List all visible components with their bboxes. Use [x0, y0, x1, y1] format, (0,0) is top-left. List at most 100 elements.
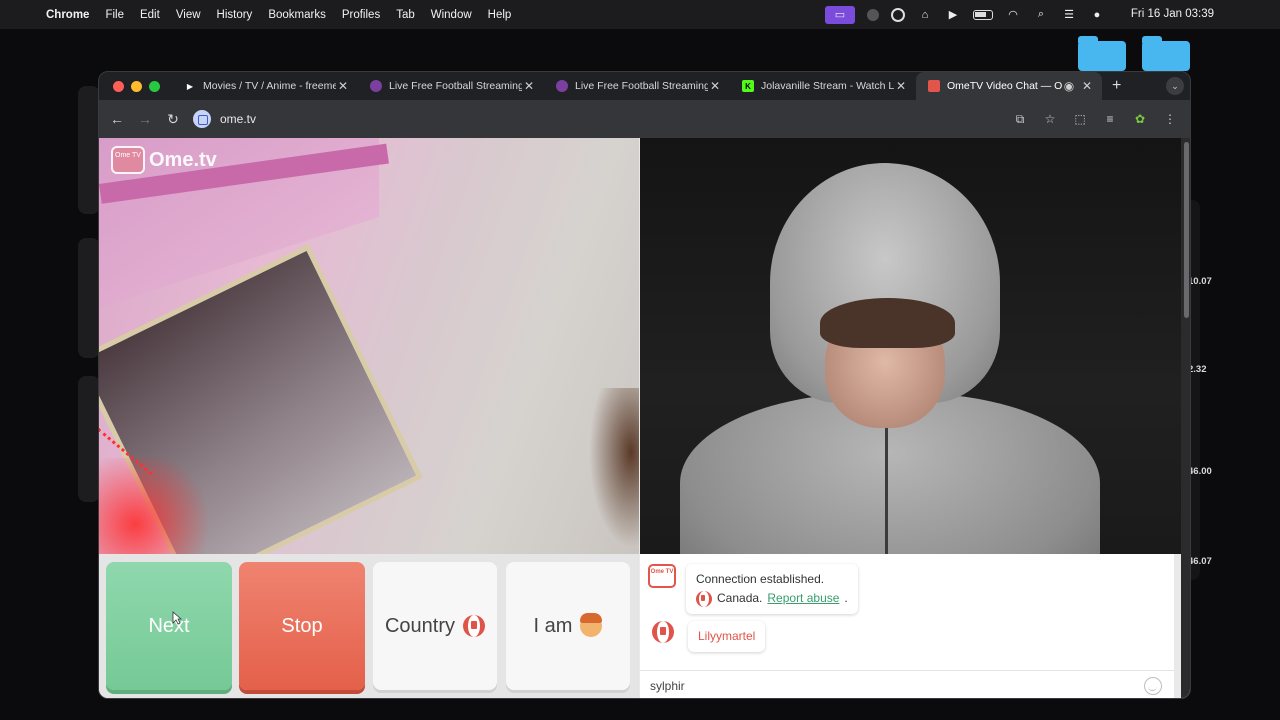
- emoji-picker-icon[interactable]: [1144, 677, 1162, 695]
- menu-history[interactable]: History: [209, 9, 261, 21]
- address-bar[interactable]: ome.tv: [193, 105, 1012, 133]
- tab-football-1[interactable]: Live Free Football Streaming ✕: [358, 72, 544, 100]
- tab-football-2[interactable]: Live Free Football Streaming ✕: [544, 72, 730, 100]
- tab-title: Jolavanille Stream - Watch L: [761, 80, 894, 92]
- menu-view[interactable]: View: [168, 9, 209, 21]
- vpn-icon[interactable]: ⌂: [917, 8, 933, 22]
- battery-icon[interactable]: [973, 9, 993, 20]
- chat-input[interactable]: sylphir: [640, 670, 1174, 698]
- canada-flag-icon: [696, 590, 712, 607]
- report-suffix: .: [844, 591, 848, 605]
- gender-button[interactable]: I am: [506, 562, 630, 690]
- kick-favicon-icon: K: [742, 80, 754, 92]
- menu-profiles[interactable]: Profiles: [334, 9, 388, 21]
- tab-search-chevron-icon[interactable]: ⌄: [1166, 77, 1184, 95]
- menu-bookmarks[interactable]: Bookmarks: [260, 9, 334, 21]
- recording-indicator-icon: ◉: [1063, 79, 1075, 93]
- wifi-icon[interactable]: ◠: [1005, 8, 1021, 22]
- chat-panel: Ome TV Connection established. Canada. R…: [640, 554, 1174, 698]
- next-button[interactable]: Next: [106, 562, 232, 690]
- menu-edit[interactable]: Edit: [132, 9, 168, 21]
- report-abuse-link[interactable]: Report abuse: [767, 589, 839, 608]
- widget-value: 10.07: [1188, 276, 1212, 287]
- chat-input-value[interactable]: sylphir: [650, 679, 685, 693]
- stranger-video: [640, 138, 1181, 554]
- back-button[interactable]: ←: [103, 111, 131, 127]
- country-button[interactable]: Country: [373, 562, 497, 690]
- canada-flag-icon: [463, 615, 486, 637]
- desktop-folder-icon[interactable]: [1142, 36, 1190, 71]
- menu-tab[interactable]: Tab: [388, 9, 423, 21]
- widget-value: 46.07: [1188, 556, 1212, 567]
- url-text[interactable]: ome.tv: [220, 112, 256, 126]
- menu-app-name[interactable]: Chrome: [38, 9, 97, 21]
- tab-title: Movies / TV / Anime - freeme: [203, 80, 336, 92]
- install-app-icon[interactable]: ⧉: [1012, 111, 1028, 127]
- connection-status: Connection established.: [696, 572, 825, 586]
- tab-strip: ▶ Movies / TV / Anime - freeme ✕ Live Fr…: [99, 72, 1190, 100]
- bookmark-star-icon[interactable]: ☆: [1042, 111, 1058, 127]
- chat-controls: Next Stop Country I am: [99, 554, 639, 698]
- logo-text: Ome.tv: [149, 148, 217, 171]
- tab-movies[interactable]: ▶ Movies / TV / Anime - freeme ✕: [172, 72, 358, 100]
- extensions-icon[interactable]: ⬚: [1072, 111, 1088, 127]
- background-window: [78, 238, 100, 358]
- scrollbar-thumb[interactable]: [1184, 142, 1189, 318]
- next-label: Next: [148, 614, 190, 637]
- macos-menu-bar: Chrome File Edit View History Bookmarks …: [0, 0, 1280, 29]
- browser-toolbar: ← → ↻ ome.tv ⧉ ☆ ⬚ ≡ ✿ ⋮: [99, 100, 1190, 138]
- close-tab-icon[interactable]: ✕: [336, 79, 350, 93]
- message-text: Lilyymartel: [698, 629, 756, 643]
- tab-title: Live Free Football Streaming: [575, 80, 708, 92]
- play-favicon-icon: ▶: [186, 81, 194, 91]
- menu-window[interactable]: Window: [423, 9, 480, 21]
- boy-emoji-icon: [580, 613, 603, 637]
- new-tab-button[interactable]: +: [1102, 72, 1131, 100]
- video-scene: [885, 428, 888, 554]
- mouse-cursor-icon: [172, 611, 182, 625]
- stranger-country: Canada.: [717, 591, 763, 605]
- siri-icon[interactable]: ●: [1089, 8, 1105, 22]
- stop-button[interactable]: Stop: [239, 562, 365, 690]
- control-center-icon[interactable]: ☰: [1061, 8, 1077, 22]
- search-icon[interactable]: ⌕: [1033, 8, 1049, 22]
- background-window: [78, 86, 100, 214]
- site-info-icon[interactable]: [193, 110, 211, 128]
- profile-avatar-icon[interactable]: ✿: [1132, 111, 1148, 127]
- close-tab-icon[interactable]: ✕: [894, 79, 908, 93]
- tab-title: Live Free Football Streaming: [389, 80, 522, 92]
- ometv-tv-icon: Ome TV: [648, 564, 676, 588]
- reload-button[interactable]: ↻: [159, 111, 187, 128]
- record-dot-icon[interactable]: [867, 8, 879, 21]
- maximize-window-icon[interactable]: [149, 80, 160, 92]
- close-window-icon[interactable]: [113, 80, 124, 92]
- close-tab-icon[interactable]: ✕: [708, 79, 722, 93]
- video-scene: [589, 388, 639, 548]
- tab-ometv[interactable]: OmeTV Video Chat — On ◉ ✕: [916, 72, 1102, 100]
- menu-help[interactable]: Help: [480, 9, 520, 21]
- ometv-page: Ome TV Ome.tv Next Stop Country I am Ome…: [99, 138, 1190, 698]
- close-tab-icon[interactable]: ✕: [1080, 79, 1094, 93]
- more-menu-icon[interactable]: ⋮: [1162, 111, 1178, 127]
- message-bubble: Lilyymartel: [688, 621, 766, 652]
- screen-share-icon[interactable]: ▭: [825, 5, 855, 24]
- tab-title: OmeTV Video Chat — On: [947, 80, 1062, 92]
- media-controls-icon[interactable]: ≡: [1102, 111, 1118, 127]
- menu-file[interactable]: File: [97, 9, 132, 21]
- menu-clock[interactable]: Fri 16 Jan 03:39: [1131, 0, 1214, 29]
- desktop-folder-icon[interactable]: [1078, 36, 1126, 71]
- video-scene: [820, 298, 955, 348]
- ometv-tv-icon: Ome TV: [111, 146, 145, 174]
- minimize-window-icon[interactable]: [131, 80, 142, 92]
- video-scene: [99, 458, 219, 554]
- page-scrollbar[interactable]: [1181, 138, 1190, 698]
- play-icon[interactable]: ▶: [945, 8, 961, 22]
- chrome-window: ▶ Movies / TV / Anime - freeme ✕ Live Fr…: [98, 71, 1191, 699]
- football-favicon-icon: [370, 80, 382, 92]
- tab-jolavanille[interactable]: K Jolavanille Stream - Watch L ✕: [730, 72, 916, 100]
- sync-icon[interactable]: [891, 7, 905, 22]
- self-video: Ome TV Ome.tv: [99, 138, 639, 554]
- forward-button[interactable]: →: [131, 111, 159, 127]
- close-tab-icon[interactable]: ✕: [522, 79, 536, 93]
- ometv-logo[interactable]: Ome TV Ome.tv: [111, 146, 217, 174]
